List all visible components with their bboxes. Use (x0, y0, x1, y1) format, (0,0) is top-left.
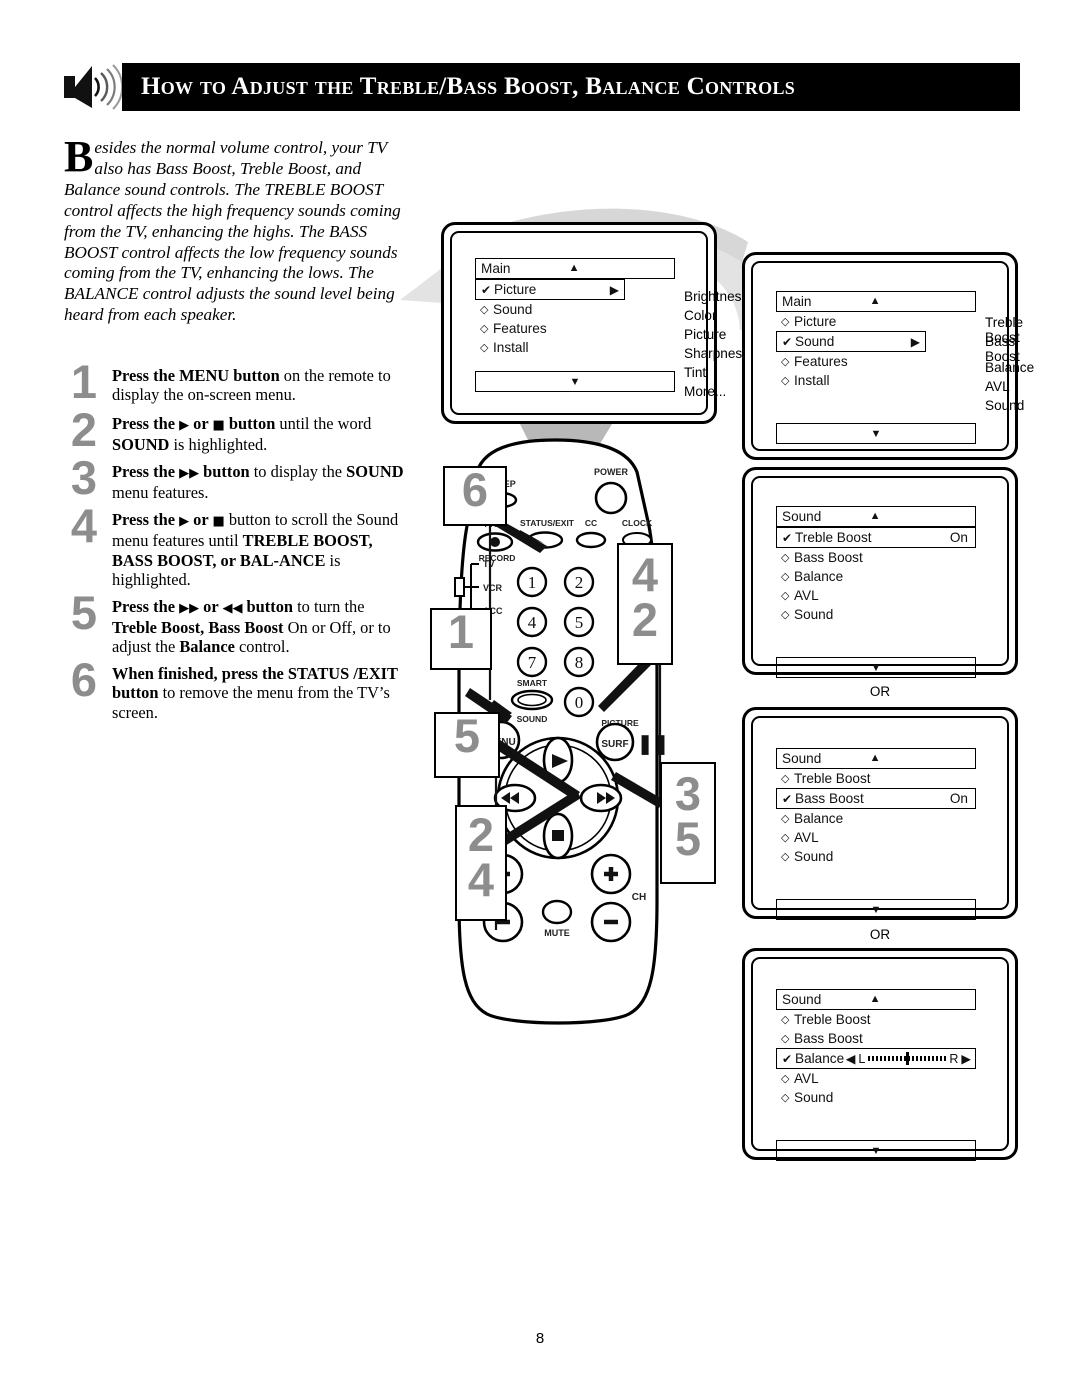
callout-2-bottom-text: 2 (631, 592, 659, 646)
callout-leader-lines (465, 518, 668, 930)
page-number: 8 (535, 1330, 545, 1347)
callout-3-5: 3 5 (660, 762, 716, 884)
callout-4-top-text: 4 (631, 548, 659, 601)
callout-2-text: 2 (467, 808, 495, 861)
callout-6: 6 (443, 466, 507, 526)
callout-5-text: 5 (453, 709, 481, 762)
callout-5: 5 (434, 712, 500, 778)
callout-1: 1 (430, 608, 492, 670)
callout-2-4: 2 4 (455, 805, 507, 921)
callout-4-2: 4 2 (617, 543, 673, 665)
callout-5-bottom-text: 5 (674, 811, 702, 865)
callout-1-text: 1 (447, 605, 475, 658)
callout-3-text: 3 (674, 767, 702, 820)
callout-6-text: 6 (461, 463, 489, 516)
callout-4-text: 4 (467, 852, 495, 906)
